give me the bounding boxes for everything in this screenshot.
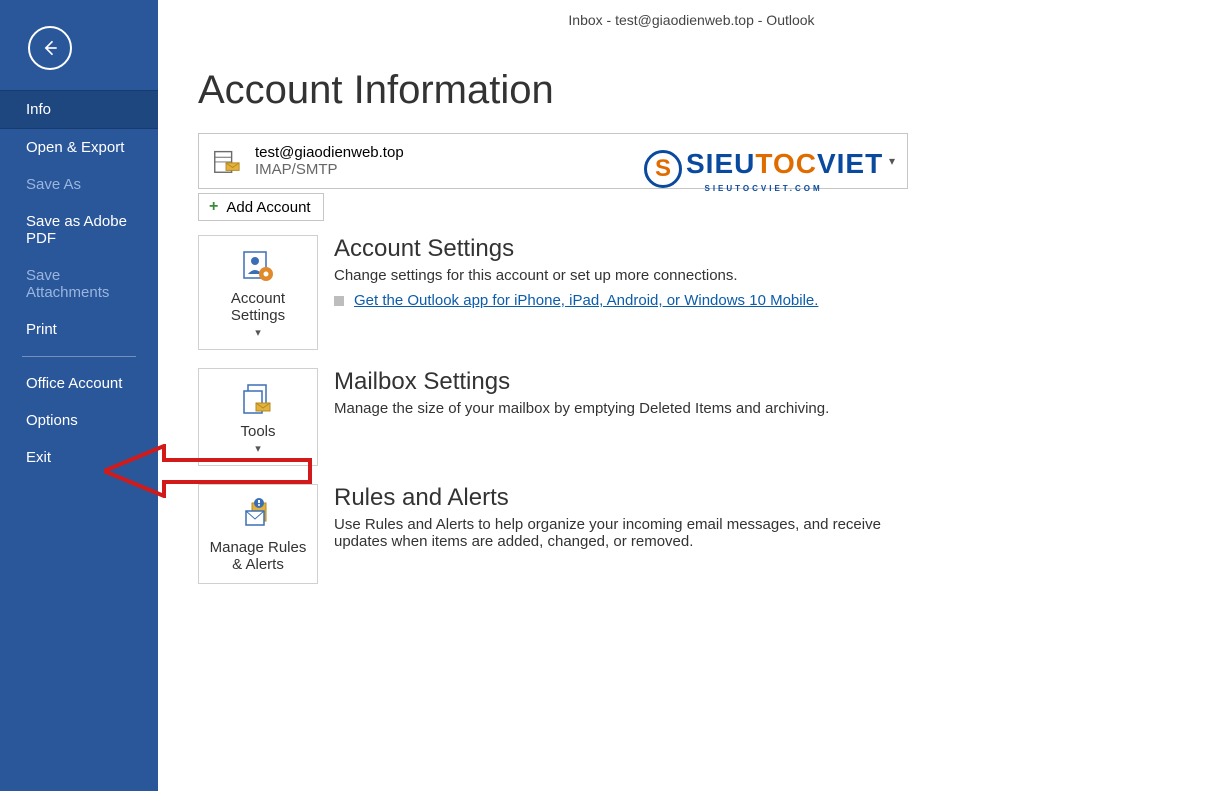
chevron-down-icon: ▾ [889, 154, 895, 168]
sidebar-item-open-export[interactable]: Open & Export [0, 129, 158, 166]
arrow-left-icon [40, 38, 60, 58]
account-settings-button[interactable]: Account Settings ▾ [198, 235, 318, 350]
rules-alerts-icon [238, 497, 278, 533]
chevron-down-icon: ▾ [255, 442, 261, 455]
page-title: Account Information [198, 68, 1225, 113]
bullet-icon [334, 296, 344, 306]
button-label: Tools [240, 423, 275, 440]
sidebar-item-options[interactable]: Options [0, 402, 158, 439]
sidebar-item-save-attachments: Save Attachments [0, 257, 158, 311]
window-title: Inbox - test@giaodienweb.top - Outlook [158, 0, 1225, 28]
main-content: Inbox - test@giaodienweb.top - Outlook A… [158, 0, 1225, 791]
sidebar-item-label: Open & Export [26, 139, 124, 156]
section-desc: Change settings for this account or set … [334, 267, 818, 284]
chevron-down-icon: ▾ [255, 326, 261, 339]
sidebar-item-label: Print [26, 321, 57, 338]
button-label: Manage Rules & Alerts [205, 539, 311, 573]
sidebar-item-label: Save As [26, 176, 81, 193]
backstage-sidebar: Info Open & Export Save As Save as Adobe… [0, 0, 158, 791]
add-account-label: Add Account [226, 199, 310, 216]
sidebar-item-office-account[interactable]: Office Account [0, 365, 158, 402]
sidebar-item-label: Save Attachments [26, 267, 109, 301]
sidebar-item-label: Info [26, 101, 51, 118]
account-selector-dropdown[interactable]: test@giaodienweb.top IMAP/SMTP ▾ [198, 133, 908, 189]
button-label: Account Settings [205, 290, 311, 324]
manage-rules-alerts-button[interactable]: Manage Rules & Alerts [198, 484, 318, 584]
section-desc: Use Rules and Alerts to help organize yo… [334, 516, 894, 550]
sidebar-item-save-as: Save As [0, 166, 158, 203]
get-outlook-app-link[interactable]: Get the Outlook app for iPhone, iPad, An… [354, 292, 818, 309]
tools-button[interactable]: Tools ▾ [198, 368, 318, 466]
section-desc: Manage the size of your mailbox by empty… [334, 400, 829, 417]
sidebar-item-exit[interactable]: Exit [0, 439, 158, 476]
account-protocol: IMAP/SMTP [255, 161, 404, 178]
sidebar-item-label: Save as Adobe PDF [26, 213, 127, 247]
section-title-mailbox-settings: Mailbox Settings [334, 368, 829, 396]
sidebar-item-label: Office Account [26, 375, 122, 392]
section-title-account-settings: Account Settings [334, 235, 818, 263]
back-button[interactable] [28, 26, 72, 70]
add-account-button[interactable]: + Add Account [198, 193, 324, 221]
sidebar-item-info[interactable]: Info [0, 90, 158, 129]
sidebar-item-label: Exit [26, 449, 51, 466]
sidebar-item-label: Options [26, 412, 78, 429]
tools-icon [238, 381, 278, 417]
account-email: test@giaodienweb.top [255, 144, 404, 161]
section-title-rules-alerts: Rules and Alerts [334, 484, 894, 512]
sidebar-item-print[interactable]: Print [0, 311, 158, 348]
sidebar-item-save-adobe-pdf[interactable]: Save as Adobe PDF [0, 203, 158, 257]
account-settings-icon [238, 248, 278, 284]
sidebar-separator [22, 356, 136, 357]
plus-icon: + [209, 198, 218, 216]
mailbox-icon [211, 146, 241, 176]
